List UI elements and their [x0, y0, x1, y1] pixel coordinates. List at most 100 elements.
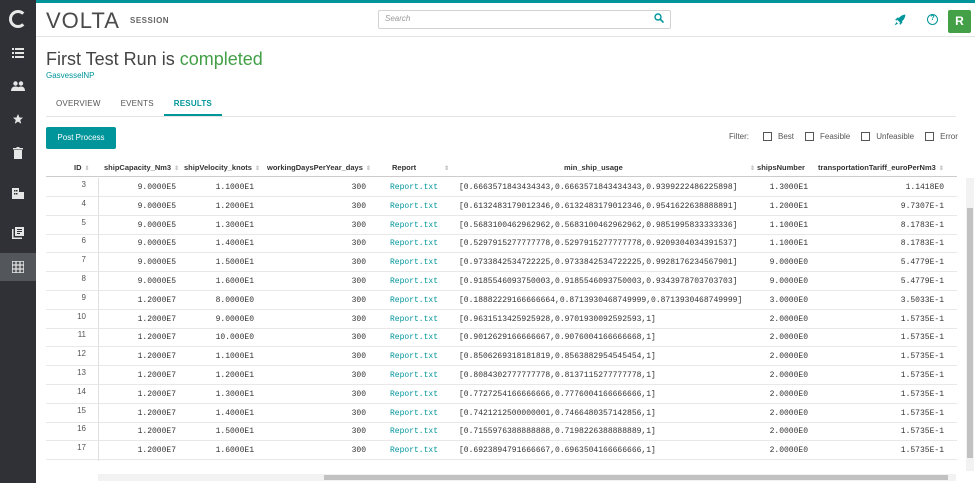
search-icon[interactable] [654, 13, 664, 23]
cell-min-ship-usage: [0.9733842534722225,0.9733842534722225,0… [459, 258, 738, 268]
table-row: 12 1.2000E7 1.1000E1 300 Report.txt [0.850626… [46, 347, 957, 367]
report-link[interactable]: Report.txt [390, 404, 448, 423]
cell-ship-capacity: 9.0000E5 [137, 220, 176, 230]
cell-ships-number: 2.0000E0 [769, 408, 808, 418]
column-header-transportation-tariff[interactable]: transportationTariff_euroPerNm3 ⇕ [818, 159, 957, 177]
tab-results[interactable]: RESULTS [163, 94, 222, 116]
cell-ships-number: 1.3000E1 [769, 183, 808, 192]
grid-icon[interactable] [0, 253, 36, 281]
column-header-ship-capacity[interactable]: shipCapacity_Nm3 ⇕ [104, 159, 184, 177]
tab-overview[interactable]: OVERVIEW [46, 94, 111, 116]
sort-icon[interactable]: ⇕ [750, 166, 755, 172]
report-link[interactable]: Report.txt [390, 178, 448, 197]
report-link[interactable]: Report.txt [390, 385, 448, 404]
report-link[interactable]: Report.txt [390, 366, 448, 385]
run-status: completed [179, 49, 263, 69]
scrollbar-thumb[interactable] [967, 208, 973, 458]
cell-id: 3 [81, 180, 86, 189]
report-link[interactable]: Report.txt [390, 291, 448, 310]
cell-ships-number: 1.1000E1 [769, 239, 808, 249]
cell-ship-velocity: 10.000E0 [215, 333, 254, 343]
scrollbar-thumb[interactable] [324, 475, 948, 480]
sort-icon[interactable]: ⇕ [366, 166, 371, 172]
filter-feasible-checkbox[interactable]: Feasible [805, 132, 850, 141]
building-icon[interactable] [0, 179, 36, 207]
cell-working-days: 300 [351, 446, 366, 456]
filter-group: Filter: Best Feasible Unfeasible Error [729, 132, 969, 141]
cell-ship-velocity: 1.4000E1 [215, 239, 254, 249]
tab-bar: OVERVIEW EVENTS RESULTS [46, 94, 222, 116]
checkbox-box[interactable] [763, 132, 772, 141]
project-link[interactable]: GasvesselNP [46, 71, 94, 80]
column-header-working-days[interactable]: workingDaysPerYear_days ⇕ [267, 159, 377, 177]
report-link[interactable]: Report.txt [390, 197, 448, 216]
cell-ship-capacity: 9.0000E5 [137, 183, 176, 192]
report-link[interactable]: Report.txt [390, 347, 448, 366]
report-link[interactable]: Report.txt [390, 441, 448, 460]
checkbox-box[interactable] [861, 132, 871, 141]
column-header-report[interactable]: Report ⇕ [392, 159, 452, 177]
cell-working-days: 300 [351, 201, 366, 211]
cell-working-days: 300 [351, 295, 366, 305]
cell-working-days: 300 [351, 183, 366, 192]
cell-ships-number: 2.0000E0 [769, 427, 808, 437]
search-input[interactable]: Search [378, 10, 671, 29]
checkbox-box[interactable] [805, 132, 815, 141]
cell-transportation-tariff: 1.5735E-1 [900, 333, 944, 343]
rocket-icon[interactable] [894, 14, 906, 26]
column-header-ships-number[interactable]: ⇕ shipsNumber [750, 159, 814, 177]
cell-ship-velocity: 8.0000E0 [215, 295, 254, 305]
post-process-button[interactable]: Post Process [46, 127, 116, 149]
report-link[interactable]: Report.txt [390, 328, 448, 347]
header-label: workingDaysPerYear_days [267, 163, 363, 172]
cell-min-ship-usage: [0.9631513425925928,0.9701930092592593,1… [459, 314, 656, 324]
column-header-min-ship-usage[interactable]: min_ship_usage [564, 159, 664, 177]
cell-min-ship-usage: [0.7727254166666666,0.7776004166666666,1… [459, 389, 656, 399]
brand-logo[interactable]: VOLTA [46, 8, 120, 34]
horizontal-scrollbar[interactable] [98, 474, 956, 481]
cell-id: 6 [81, 236, 86, 246]
sort-icon[interactable]: ⇕ [85, 166, 90, 172]
cell-min-ship-usage: [0.9185546093750003,0.9185546093750003,0… [459, 277, 738, 286]
sort-icon[interactable]: ⇕ [939, 166, 944, 172]
cell-id: 15 [77, 405, 86, 415]
people-icon[interactable] [0, 72, 36, 100]
sort-icon[interactable]: ⇕ [444, 166, 449, 172]
cell-ships-number: 2.0000E0 [769, 446, 808, 456]
cell-working-days: 300 [351, 258, 366, 268]
star-icon[interactable] [0, 105, 36, 133]
library-icon[interactable] [0, 219, 36, 247]
report-link[interactable]: Report.txt [390, 310, 448, 329]
list-icon[interactable] [0, 39, 36, 67]
sort-icon[interactable]: ⇕ [174, 166, 179, 172]
cell-id: 4 [81, 198, 86, 208]
report-link[interactable]: Report.txt [390, 422, 448, 441]
cell-ships-number: 2.0000E0 [769, 371, 808, 380]
avatar[interactable]: R [948, 10, 971, 33]
cell-min-ship-usage: [0.6923894791666667,0.6963504166666666,1… [459, 446, 656, 456]
cell-ship-velocity: 1.2000E1 [215, 371, 254, 380]
sort-icon[interactable]: ⇕ [255, 166, 260, 172]
tab-events[interactable]: EVENTS [111, 94, 164, 116]
table-row: 8 9.0000E5 1.6000E1 300 Report.txt [0.9185546… [46, 272, 957, 291]
header-label: shipCapacity_Nm3 [104, 163, 172, 172]
app-logo-icon[interactable] [9, 10, 27, 28]
report-link[interactable]: Report.txt [390, 216, 448, 235]
report-link[interactable]: Report.txt [390, 234, 448, 253]
cell-min-ship-usage: [0.5683100462962962,0.5683100462962962,0… [459, 220, 738, 230]
cell-ship-capacity: 1.2000E7 [137, 333, 176, 343]
cell-min-ship-usage: [0.18882229166666664,0.8713930468749999,… [459, 295, 743, 305]
help-icon[interactable]: ? [927, 14, 938, 25]
filter-error-checkbox[interactable]: Error [925, 132, 958, 141]
checkbox-box[interactable] [925, 132, 935, 141]
cell-id: 14 [77, 386, 86, 396]
filter-best-checkbox[interactable]: Best [763, 132, 794, 141]
filter-unfeasible-checkbox[interactable]: Unfeasible [861, 132, 914, 141]
report-link[interactable]: Report.txt [390, 253, 448, 272]
vertical-scrollbar[interactable] [966, 178, 974, 471]
report-link[interactable]: Report.txt [390, 272, 448, 291]
cell-min-ship-usage: [0.8084302777777778,0.8137115277777778,1… [459, 371, 656, 380]
trash-icon[interactable] [0, 139, 36, 167]
column-header-ship-velocity[interactable]: shipVelocity_knots ⇕ [184, 159, 266, 177]
cell-working-days: 300 [351, 408, 366, 418]
